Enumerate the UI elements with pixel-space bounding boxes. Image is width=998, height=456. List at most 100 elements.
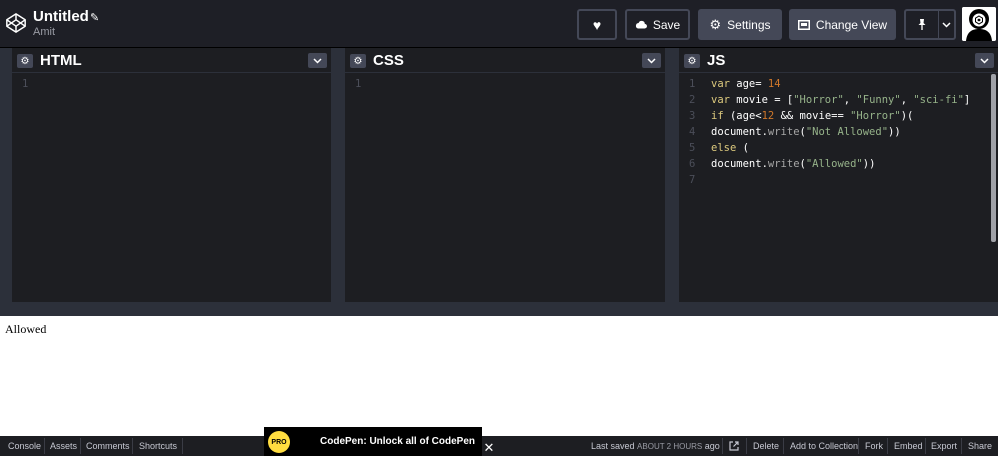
edit-title-pencil-icon[interactable]: ✎: [90, 11, 99, 24]
divider: [80, 438, 81, 454]
code-text: var movie = ["Horror", "Funny", "sci-fi"…: [711, 94, 971, 106]
last-saved-suffix: ago: [704, 441, 720, 451]
add-to-collection-button[interactable]: Add to Collection: [790, 436, 858, 456]
preview-output-text: Allowed: [5, 322, 47, 336]
delete-button[interactable]: Delete: [753, 436, 779, 456]
cloud-icon: [635, 20, 647, 29]
line-number: 4: [689, 126, 696, 138]
editors-area: ⚙ HTML 1 ⚙ CSS 1 ⚙ JS 1 var age= 14 2 va…: [0, 48, 998, 316]
html-editor[interactable]: ⚙ HTML 1: [12, 48, 331, 302]
css-editor-header: ⚙ CSS: [345, 48, 665, 73]
pro-badge: PRO: [268, 431, 290, 453]
header-bar: Untitled ✎ Amit ♥ Save ⚙ Settings Change…: [0, 0, 998, 48]
comments-button[interactable]: Comments: [86, 436, 130, 456]
line-number: 3: [689, 110, 696, 122]
save-button[interactable]: Save: [625, 9, 690, 40]
code-line: 2 var movie = ["Horror", "Funny", "sci-fi…: [679, 92, 998, 108]
love-button[interactable]: ♥: [577, 9, 617, 40]
css-code[interactable]: 1: [345, 76, 665, 92]
last-saved-time: ABOUT 2 HOURS: [637, 442, 703, 451]
code-line: 5 else (: [679, 140, 998, 156]
divider: [746, 438, 747, 454]
line-number: 2: [689, 94, 696, 106]
line-number: 7: [689, 174, 696, 186]
html-editor-header: ⚙ HTML: [12, 48, 331, 73]
divider: [44, 438, 45, 454]
console-button[interactable]: Console: [8, 436, 41, 456]
chevron-down-icon: [980, 57, 989, 64]
html-editor-dropdown[interactable]: [308, 53, 327, 68]
fork-button[interactable]: Fork: [865, 436, 883, 456]
result-preview: Allowed: [0, 316, 998, 436]
divider: [182, 438, 183, 454]
codepen-logo-icon[interactable]: [5, 12, 27, 34]
last-saved-status: Last saved ABOUT 2 HOURS ago: [591, 436, 720, 456]
code-text: else (: [711, 142, 749, 154]
change-view-button[interactable]: Change View: [789, 9, 896, 40]
pin-button[interactable]: [904, 9, 956, 40]
footer-bar: Console Assets Comments Shortcuts Last s…: [0, 436, 998, 456]
shortcuts-button[interactable]: Shortcuts: [139, 436, 177, 456]
close-icon[interactable]: ✕: [481, 440, 497, 456]
code-line: 3 if (age<12 && movie== "Horror")(: [679, 108, 998, 124]
gear-icon: ⚙: [709, 16, 722, 32]
code-line: 1 var age= 14: [679, 76, 998, 92]
code-text: document.write("Allowed")): [711, 158, 876, 170]
code-line: 1: [345, 76, 665, 92]
code-line: 7: [679, 172, 998, 188]
heart-icon: ♥: [592, 16, 602, 33]
js-settings-gear-icon[interactable]: ⚙: [684, 54, 700, 68]
settings-button[interactable]: ⚙ Settings: [698, 9, 782, 40]
code-text: document.write("Not Allowed")): [711, 126, 901, 138]
js-editor-dropdown[interactable]: [975, 53, 994, 68]
divider: [858, 438, 859, 454]
js-editor-header: ⚙ JS: [679, 48, 998, 73]
css-editor[interactable]: ⚙ CSS 1: [345, 48, 665, 302]
code-line: 1: [12, 76, 331, 92]
html-editor-title: HTML: [40, 52, 82, 69]
js-editor[interactable]: ⚙ JS 1 var age= 14 2 var movie = ["Horror",…: [679, 48, 998, 302]
line-number: 6: [689, 158, 696, 170]
user-avatar[interactable]: [962, 7, 996, 41]
js-editor-title: JS: [707, 52, 726, 69]
pin-icon[interactable]: [906, 11, 938, 38]
line-number: 1: [689, 78, 696, 90]
settings-label: Settings: [727, 17, 771, 32]
css-editor-dropdown[interactable]: [642, 53, 661, 68]
html-settings-gear-icon[interactable]: ⚙: [17, 54, 33, 68]
js-editor-scrollbar[interactable]: [991, 74, 996, 242]
divider: [925, 438, 926, 454]
share-button[interactable]: Share: [968, 436, 992, 456]
pen-author[interactable]: Amit: [33, 26, 55, 38]
divider: [783, 438, 784, 454]
css-editor-title: CSS: [373, 52, 404, 69]
export-button[interactable]: Export: [931, 436, 957, 456]
pro-promo-banner[interactable]: PRO CodePen: Unlock all of CodePen: [264, 427, 482, 456]
pen-title[interactable]: Untitled: [33, 8, 89, 25]
code-text: if (age<12 && movie== "Horror")(: [711, 110, 914, 122]
js-code[interactable]: 1 var age= 14 2 var movie = ["Horror", "Fun…: [679, 76, 998, 188]
divider: [722, 438, 723, 454]
assets-button[interactable]: Assets: [50, 436, 77, 456]
chevron-down-icon[interactable]: [938, 11, 954, 38]
code-text: var age= 14: [711, 78, 781, 90]
change-view-label: Change View: [815, 17, 888, 32]
save-label: Save: [652, 17, 681, 32]
embed-button[interactable]: Embed: [894, 436, 923, 456]
line-number: 1: [22, 78, 29, 90]
line-number: 5: [689, 142, 696, 154]
promo-text[interactable]: CodePen: Unlock all of CodePen: [320, 436, 475, 447]
last-saved-label: Last saved: [591, 441, 635, 451]
divider: [961, 438, 962, 454]
divider: [132, 438, 133, 454]
code-line: 4 document.write("Not Allowed")): [679, 124, 998, 140]
css-settings-gear-icon[interactable]: ⚙: [350, 54, 366, 68]
chevron-down-icon: [313, 57, 322, 64]
layout-icon: [797, 19, 810, 30]
html-code[interactable]: 1: [12, 76, 331, 92]
chevron-down-icon: [647, 57, 656, 64]
code-line: 6 document.write("Allowed")): [679, 156, 998, 172]
line-number: 1: [355, 78, 362, 90]
divider: [887, 438, 888, 454]
open-external-icon[interactable]: [729, 436, 739, 456]
